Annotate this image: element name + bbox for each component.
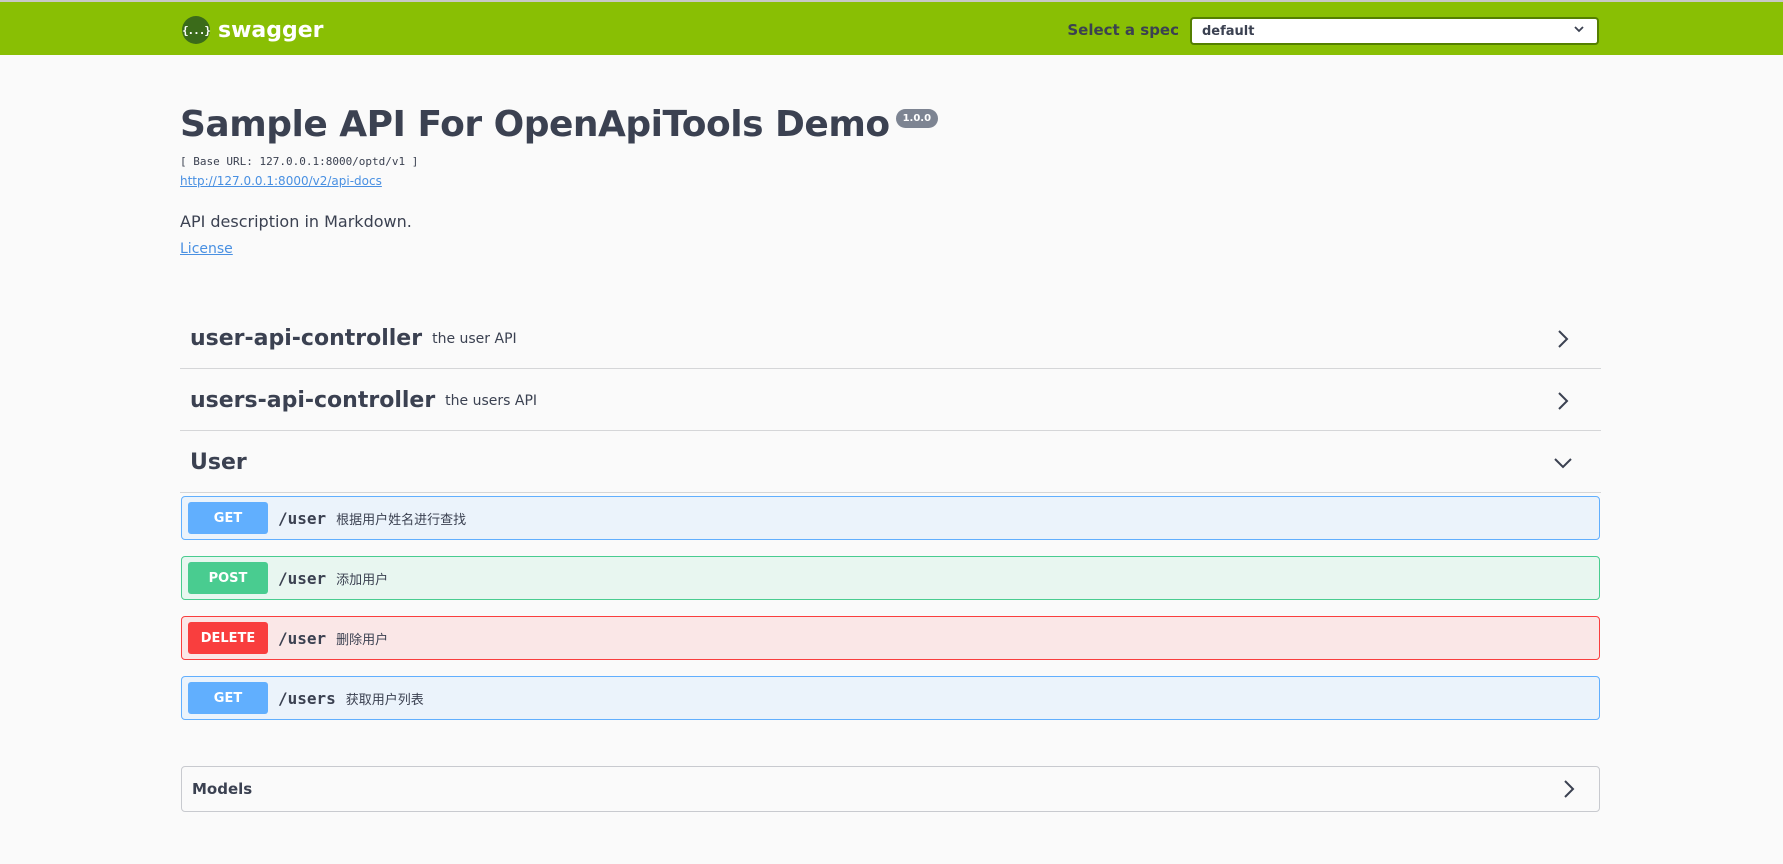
method-badge-post: POST [188, 562, 268, 594]
operation-path: /users [278, 688, 336, 708]
operation-get-users[interactable]: GET /users 获取用户列表 [181, 676, 1600, 720]
chevron-right-icon [1559, 779, 1579, 799]
method-badge-delete: DELETE [188, 622, 268, 654]
api-docs-link[interactable]: http://127.0.0.1:8000/v2/api-docs [180, 174, 382, 188]
tag-name: users-api-controller [190, 388, 436, 413]
method-badge-get: GET [188, 502, 268, 534]
models-title: Models [192, 780, 253, 798]
chevron-down-icon [1553, 453, 1573, 473]
operation-summary: 根据用户姓名进行查找 [336, 512, 467, 528]
operation-summary: 获取用户列表 [345, 692, 424, 708]
operation-path: /user [278, 508, 327, 528]
swagger-logo-icon: {...} [182, 16, 211, 44]
spec-select-label: Select a spec [1067, 21, 1179, 39]
spec-select[interactable]: default [1190, 17, 1599, 45]
operation-path: /user [278, 568, 327, 588]
models-section[interactable]: Models [181, 766, 1600, 812]
operation-summary: 删除用户 [336, 632, 389, 648]
page-title: Sample API For OpenApiTools Demo [180, 104, 890, 145]
tag-users-api-controller[interactable]: users-api-controller the users API [180, 371, 1601, 431]
version-badge: 1.0.0 [895, 109, 939, 128]
base-url: [ Base URL: 127.0.0.1:8000/optd/v1 ] [180, 155, 419, 168]
tag-name: User [190, 450, 247, 475]
chevron-right-icon [1553, 391, 1573, 411]
tag-description: the user API [432, 330, 517, 347]
operation-delete-user[interactable]: DELETE /user 删除用户 [181, 616, 1600, 660]
operation-post-user[interactable]: POST /user 添加用户 [181, 556, 1600, 600]
api-description: API description in Markdown. [180, 212, 412, 231]
top-bar: {...} swagger Select a spec default [0, 0, 1783, 55]
license-link[interactable]: License [180, 241, 233, 257]
tag-description: the users API [445, 392, 538, 409]
spec-select-value: default [1202, 23, 1255, 39]
chevron-down-icon [1573, 23, 1585, 38]
info-title-row: Sample API For OpenApiTools Demo 1.0.0 [180, 104, 939, 145]
tag-user[interactable]: User [180, 433, 1601, 493]
operation-summary: 添加用户 [336, 572, 389, 588]
swagger-logo-text: swagger [218, 17, 324, 43]
swagger-logo[interactable]: {...} swagger [182, 16, 324, 44]
chevron-right-icon [1553, 329, 1573, 349]
method-badge-get: GET [188, 682, 268, 714]
tag-user-api-controller[interactable]: user-api-controller the user API [180, 309, 1601, 369]
tag-name: user-api-controller [190, 326, 423, 351]
operation-path: /user [278, 628, 327, 648]
operation-get-user[interactable]: GET /user 根据用户姓名进行查找 [181, 496, 1600, 540]
